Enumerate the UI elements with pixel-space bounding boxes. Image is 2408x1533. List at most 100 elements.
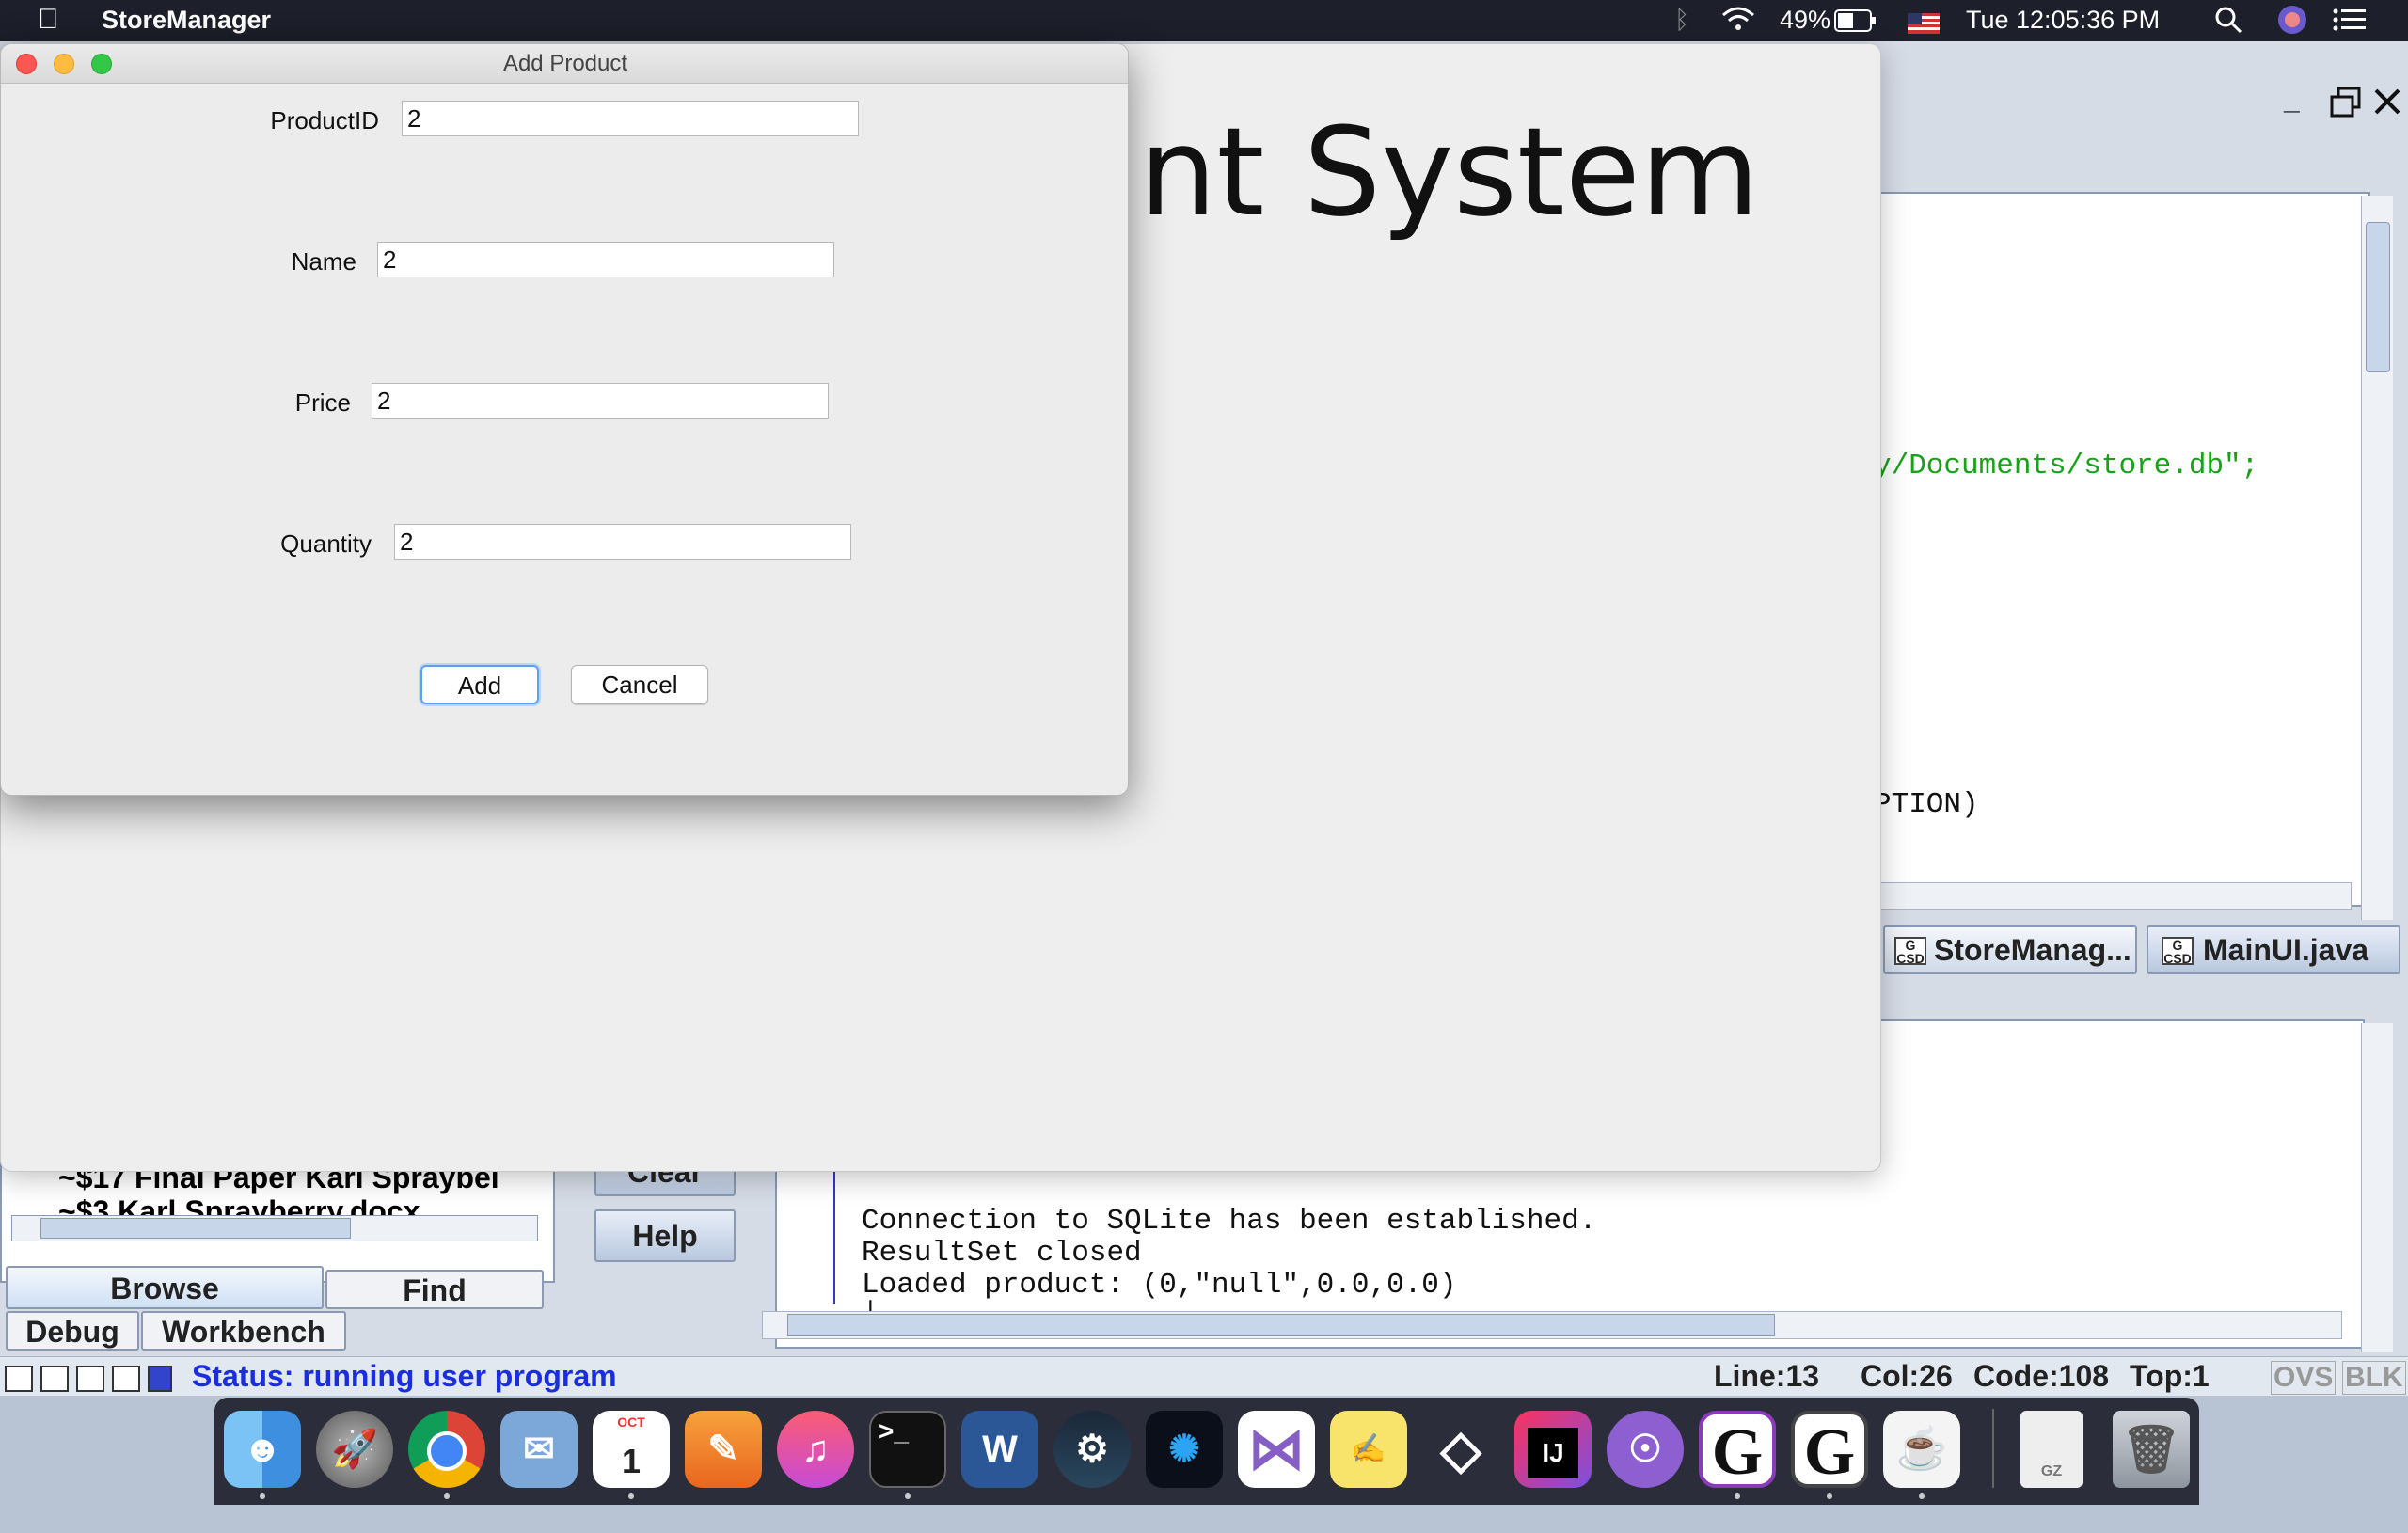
dock: ☻ 🚀 ✉ OCT 1 ✎ ♫ >_ W ⚙ ✺ ⋈ ✍ ◇ IJ ☉ G G … <box>214 1398 2199 1505</box>
us-flag-icon[interactable] <box>1908 11 1940 40</box>
price-label: Price <box>294 388 351 417</box>
bluetooth-icon[interactable]: ᛒ <box>1674 6 1689 35</box>
productid-field[interactable]: 2 <box>402 101 859 136</box>
siri-icon[interactable] <box>2276 4 2308 42</box>
running-indicator <box>905 1493 911 1499</box>
console-vscrollbar[interactable] <box>2361 1023 2393 1352</box>
status-ovs: OVS <box>2271 1361 2337 1395</box>
apple-icon[interactable]:  <box>38 4 59 36</box>
console-line: Loaded product: (0,"null",0.0,0.0) <box>862 1269 1457 1302</box>
wifi-icon[interactable] <box>1719 6 1757 40</box>
scrollbar-thumb[interactable] <box>40 1218 351 1239</box>
status-top: Top:1 <box>2130 1359 2210 1393</box>
java-icon[interactable]: ☕ <box>1883 1411 1960 1488</box>
name-label: Name <box>291 247 356 276</box>
mail-icon[interactable]: ✉ <box>500 1411 578 1488</box>
launchpad-icon[interactable]: 🚀 <box>316 1411 393 1488</box>
doc-tab-label: StoreManag... <box>1934 933 2131 967</box>
running-indicator <box>260 1493 265 1499</box>
csd-file-icon: G CSD <box>1894 937 1926 965</box>
dialog-titlebar[interactable]: Add Product <box>1 44 1128 84</box>
scrollbar-thumb[interactable] <box>787 1314 1775 1336</box>
file-browser[interactable]: ~$17 Final Paper Karl Spraybei ~$3 Karl … <box>0 1161 555 1283</box>
help-button[interactable]: Help <box>594 1209 736 1262</box>
minimize-icon[interactable]: _ <box>2284 85 2300 117</box>
ide-window-controls: _ <box>2276 85 2408 124</box>
editor-vscrollbar[interactable] <box>2361 196 2393 920</box>
close-button[interactable] <box>16 54 37 74</box>
code-string: y/Documents/store.db"; <box>1874 450 2259 482</box>
status-col: Col:26 <box>1861 1359 1953 1393</box>
tab-browse[interactable]: Browse <box>6 1266 324 1309</box>
cancel-button[interactable]: Cancel <box>571 665 708 704</box>
github-icon[interactable]: ☉ <box>1607 1411 1684 1488</box>
itunes-icon[interactable]: ♫ <box>777 1411 854 1488</box>
calendar-icon[interactable]: OCT 1 <box>593 1411 670 1488</box>
browser-hscrollbar[interactable] <box>11 1215 538 1241</box>
steam-icon[interactable]: ⚙ <box>1054 1411 1131 1488</box>
running-indicator <box>1827 1493 1832 1499</box>
status-line: Line:13 <box>1714 1359 1820 1393</box>
running-indicator <box>444 1493 450 1499</box>
archive-icon[interactable]: GZ <box>2020 1411 2083 1488</box>
close-icon[interactable] <box>2372 87 2402 121</box>
scrollbar-thumb[interactable] <box>2366 222 2390 372</box>
layout-icons[interactable] <box>4 1363 173 1393</box>
finder-icon[interactable]: ☻ <box>224 1411 301 1488</box>
price-field[interactable]: 2 <box>372 383 829 419</box>
calendar-month: OCT <box>617 1414 645 1430</box>
status-blk: BLK <box>2342 1361 2406 1395</box>
tab-workbench[interactable]: Workbench <box>141 1311 346 1351</box>
jgrasp-icon[interactable]: G <box>1791 1411 1868 1489</box>
visual-studio-icon[interactable]: ⋈ <box>1238 1411 1315 1488</box>
chrome-icon[interactable] <box>408 1411 485 1488</box>
battlenet-icon[interactable]: ✺ <box>1146 1411 1223 1488</box>
console-line: Connection to SQLite has been establishe… <box>862 1205 1597 1238</box>
minimize-button[interactable] <box>54 54 74 74</box>
intellij-icon[interactable]: IJ <box>1514 1411 1592 1488</box>
csd-file-icon: G CSD <box>2162 937 2194 965</box>
battery-icon[interactable] <box>1834 9 1877 39</box>
battery-percent: 49% <box>1780 6 1831 34</box>
add-button[interactable]: Add <box>420 665 539 704</box>
app-menu-name[interactable]: StoreManager <box>102 6 271 35</box>
menu-bar:  StoreManager ᛒ 49% Tue 12:05:36 PM <box>0 0 2408 41</box>
notification-center-icon[interactable] <box>2333 8 2367 39</box>
tab-debug[interactable]: Debug <box>6 1311 139 1351</box>
running-indicator <box>1735 1493 1740 1499</box>
jgrasp-icon[interactable]: G <box>1699 1411 1776 1489</box>
dock-divider <box>1992 1409 1994 1488</box>
console-line: ResultSet closed <box>862 1237 1142 1270</box>
tab-find[interactable]: Find <box>325 1270 544 1309</box>
productid-label: ProductID <box>270 106 379 134</box>
add-product-dialog: Add Product ProductID 2 Name 2 Price 2 Q… <box>0 43 1129 796</box>
running-indicator <box>628 1493 634 1499</box>
console-hscrollbar[interactable] <box>762 1311 2342 1339</box>
status-text: Status: running user program <box>192 1359 617 1393</box>
trash-icon[interactable]: 🗑 <box>2113 1411 2190 1488</box>
status-bar: Status: running user program Line:13 Col… <box>0 1356 2408 1396</box>
status-code: Code:108 <box>1973 1359 2110 1393</box>
word-icon[interactable]: W <box>961 1411 1038 1488</box>
editor-hscrollbar[interactable] <box>1862 882 2352 910</box>
calendar-day: 1 <box>621 1442 642 1480</box>
doc-tab-label: MainUI.java <box>2203 933 2369 967</box>
doc-tab-mainui[interactable]: G CSD MainUI.java <box>2147 925 2400 974</box>
running-indicator <box>1919 1493 1925 1499</box>
spotlight-icon[interactable] <box>2214 6 2242 40</box>
pages-icon[interactable]: ✎ <box>685 1411 762 1488</box>
menu-clock[interactable]: Tue 12:05:36 PM <box>1966 6 2160 35</box>
quantity-label: Quantity <box>280 529 372 558</box>
stickies-icon[interactable]: ✍ <box>1330 1411 1407 1488</box>
zoom-button[interactable] <box>91 54 112 74</box>
restore-icon[interactable] <box>2329 87 2363 123</box>
code-line: PTION) <box>1874 788 1979 821</box>
name-field[interactable]: 2 <box>377 242 834 277</box>
dialog-title: Add Product <box>502 51 628 76</box>
unity-icon[interactable]: ◇ <box>1422 1411 1499 1488</box>
code-editor[interactable]: y/Documents/store.db"; PTION) <box>1862 192 2370 907</box>
quantity-field[interactable]: 2 <box>394 524 851 560</box>
main-title: nt System <box>1139 101 1760 244</box>
terminal-icon[interactable]: >_ <box>869 1411 946 1488</box>
doc-tab-storemanager[interactable]: G CSD StoreManag... <box>1883 925 2137 974</box>
